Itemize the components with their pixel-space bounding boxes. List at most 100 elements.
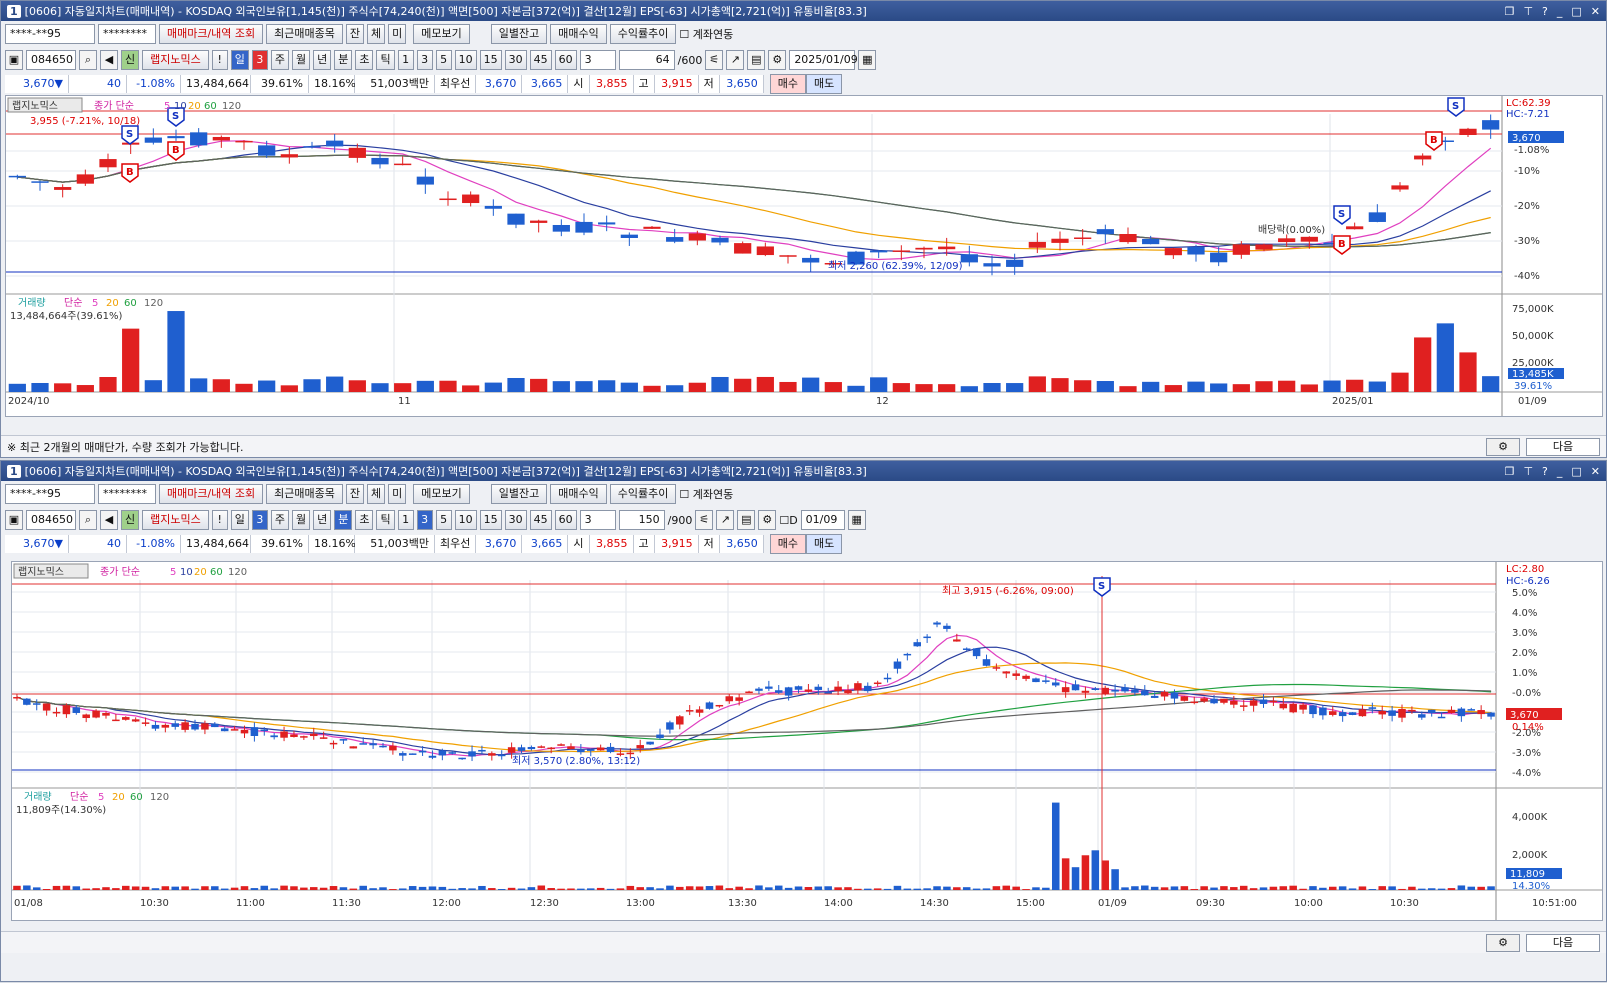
help-icon[interactable]: ? — [1542, 5, 1548, 18]
next-button[interactable]: 다음 — [1526, 933, 1600, 952]
memo-button[interactable]: 메모보기 — [413, 484, 470, 504]
sell-button[interactable]: 매도 — [806, 74, 843, 94]
top-chart-canvas[interactable]: S S B B S B B S 랩지노믹스 종가 단순 5 10 20 60 120 3,95… — [6, 96, 1602, 416]
interval-45-button[interactable]: 45 — [529, 510, 552, 530]
bottom-chart-canvas[interactable]: S 랩지노믹스 종가 단순 5 10 20 60 120 최고 3,915 (-… — [12, 562, 1602, 920]
period-multiplier-select[interactable]: 3 — [251, 50, 268, 70]
indicator-icon[interactable]: ⚟ — [695, 510, 714, 530]
data-count-input[interactable]: 150 — [618, 510, 665, 530]
balance-button[interactable]: 잔 — [345, 484, 365, 504]
unfilled-button[interactable]: 미 — [388, 24, 407, 44]
sell-button[interactable]: 매도 — [806, 534, 843, 554]
layout-icon[interactable]: ▣ — [5, 510, 23, 530]
save-icon[interactable]: ▤ — [737, 510, 756, 530]
close-icon[interactable]: ✕ — [1591, 5, 1600, 18]
period-day-tab[interactable]: 일 — [230, 510, 249, 530]
account-select[interactable]: ****-**95 — [5, 24, 95, 44]
buy-button[interactable]: 매수 — [769, 534, 806, 554]
period-month-tab[interactable]: 월 — [291, 50, 311, 70]
interval-10-button[interactable]: 10 — [454, 50, 477, 70]
restore-icon[interactable]: ❐ — [1505, 465, 1515, 478]
calendar-icon[interactable]: ▦ — [858, 50, 877, 70]
period-week-tab[interactable]: 주 — [270, 50, 289, 70]
search-icon[interactable]: ⌕ — [79, 510, 97, 530]
interval-60-button[interactable]: 60 — [554, 510, 577, 530]
interval-1-button[interactable]: 1 — [397, 510, 414, 530]
gear-icon[interactable]: ⚙ — [1486, 437, 1520, 456]
speaker-icon[interactable]: ◀ — [100, 510, 118, 530]
interval-15-button[interactable]: 15 — [479, 510, 502, 530]
profit-rate-button[interactable]: 수익률추이 — [609, 24, 677, 44]
profit-rate-button[interactable]: 수익률추이 — [609, 484, 677, 504]
period-multiplier-select[interactable]: 3 — [251, 510, 268, 530]
indicator-icon[interactable]: ⚟ — [705, 50, 724, 70]
period-minute-tab[interactable]: 분 — [334, 510, 353, 530]
drawing-icon[interactable]: ↗ — [716, 510, 735, 530]
bottom-minute-chart[interactable]: S 랩지노믹스 종가 단순 5 10 20 60 120 최고 3,915 (-… — [11, 561, 1603, 921]
recent-trades-button[interactable]: 최근매매종목 — [266, 484, 343, 504]
pin-icon[interactable]: ⊤ — [1523, 465, 1533, 478]
interval-5-button[interactable]: 5 — [435, 50, 452, 70]
stock-code-input[interactable]: 084650 — [26, 510, 76, 530]
daily-balance-button[interactable]: 일별잔고 — [490, 484, 548, 504]
interval-30-button[interactable]: 30 — [504, 510, 527, 530]
interval-3-button[interactable]: 3 — [416, 50, 433, 70]
trade-mark-button[interactable]: 매매마크/내역 조회 — [159, 484, 264, 504]
period-week-tab[interactable]: 주 — [270, 510, 289, 530]
interval-10-button[interactable]: 10 — [454, 510, 477, 530]
search-icon[interactable]: ⌕ — [79, 50, 97, 70]
trade-profit-button[interactable]: 매매수익 — [550, 24, 607, 44]
top-daily-chart[interactable]: S S B B S B B S 랩지노믹스 종가 단순 5 10 20 60 120 3,95… — [5, 95, 1603, 417]
buy-button[interactable]: 매수 — [769, 74, 806, 94]
interval-5-button[interactable]: 5 — [435, 510, 452, 530]
recent-trades-button[interactable]: 최근매매종목 — [266, 24, 343, 44]
trade-profit-button[interactable]: 매매수익 — [550, 484, 607, 504]
account-link-checkbox[interactable]: ☐ 계좌연동 — [679, 486, 733, 502]
filled-button[interactable]: 체 — [367, 24, 386, 44]
maximize-icon[interactable]: □ — [1571, 465, 1581, 478]
stock-code-input[interactable]: 084650 — [26, 50, 76, 70]
period-tick-tab[interactable]: 틱 — [376, 510, 395, 530]
account-select[interactable]: ****-**95 — [5, 484, 95, 504]
date-input[interactable]: 01/09 — [800, 510, 845, 530]
period-second-tab[interactable]: 초 — [355, 510, 374, 530]
alert-button[interactable]: ! — [211, 510, 228, 530]
minimize-icon[interactable]: _ — [1557, 465, 1563, 478]
maximize-icon[interactable]: □ — [1571, 5, 1581, 18]
layout-icon[interactable]: ▣ — [5, 50, 23, 70]
interval-45-button[interactable]: 45 — [529, 50, 552, 70]
balance-button[interactable]: 잔 — [345, 24, 365, 44]
drawing-icon[interactable]: ↗ — [726, 50, 745, 70]
account-link-checkbox[interactable]: ☐ 계좌연동 — [679, 26, 733, 42]
password-field[interactable]: ******** — [98, 484, 156, 504]
period-year-tab[interactable]: 년 — [313, 510, 332, 530]
period-day-tab[interactable]: 일 — [230, 50, 249, 70]
filled-button[interactable]: 체 — [367, 484, 386, 504]
date-checkbox[interactable]: ☐D — [779, 514, 797, 527]
password-field[interactable]: ******** — [98, 24, 156, 44]
period-tick-tab[interactable]: 틱 — [376, 50, 395, 70]
stock-name-label[interactable]: 랩지노믹스 — [142, 510, 209, 530]
period-year-tab[interactable]: 년 — [313, 50, 332, 70]
minimize-icon[interactable]: _ — [1557, 5, 1563, 18]
gear-icon[interactable]: ⚙ — [1486, 933, 1520, 952]
interval-select[interactable]: 3 — [579, 510, 616, 530]
stock-name-label[interactable]: 랩지노믹스 — [142, 50, 209, 70]
interval-3-button[interactable]: 3 — [416, 510, 433, 530]
save-icon[interactable]: ▤ — [747, 50, 766, 70]
data-count-input[interactable]: 64 — [618, 50, 675, 70]
date-input[interactable]: 2025/01/09 — [789, 50, 858, 70]
restore-icon[interactable]: ❐ — [1505, 5, 1515, 18]
interval-30-button[interactable]: 30 — [504, 50, 527, 70]
next-button[interactable]: 다음 — [1526, 437, 1600, 456]
settings-icon[interactable]: ⚙ — [758, 510, 777, 530]
interval-select[interactable]: 3 — [579, 50, 616, 70]
interval-1-button[interactable]: 1 — [397, 50, 414, 70]
settings-icon[interactable]: ⚙ — [768, 50, 787, 70]
trade-mark-button[interactable]: 매매마크/내역 조회 — [159, 24, 264, 44]
daily-balance-button[interactable]: 일별잔고 — [490, 24, 548, 44]
close-icon[interactable]: ✕ — [1591, 465, 1600, 478]
period-month-tab[interactable]: 월 — [291, 510, 311, 530]
interval-60-button[interactable]: 60 — [554, 50, 577, 70]
period-second-tab[interactable]: 초 — [355, 50, 374, 70]
